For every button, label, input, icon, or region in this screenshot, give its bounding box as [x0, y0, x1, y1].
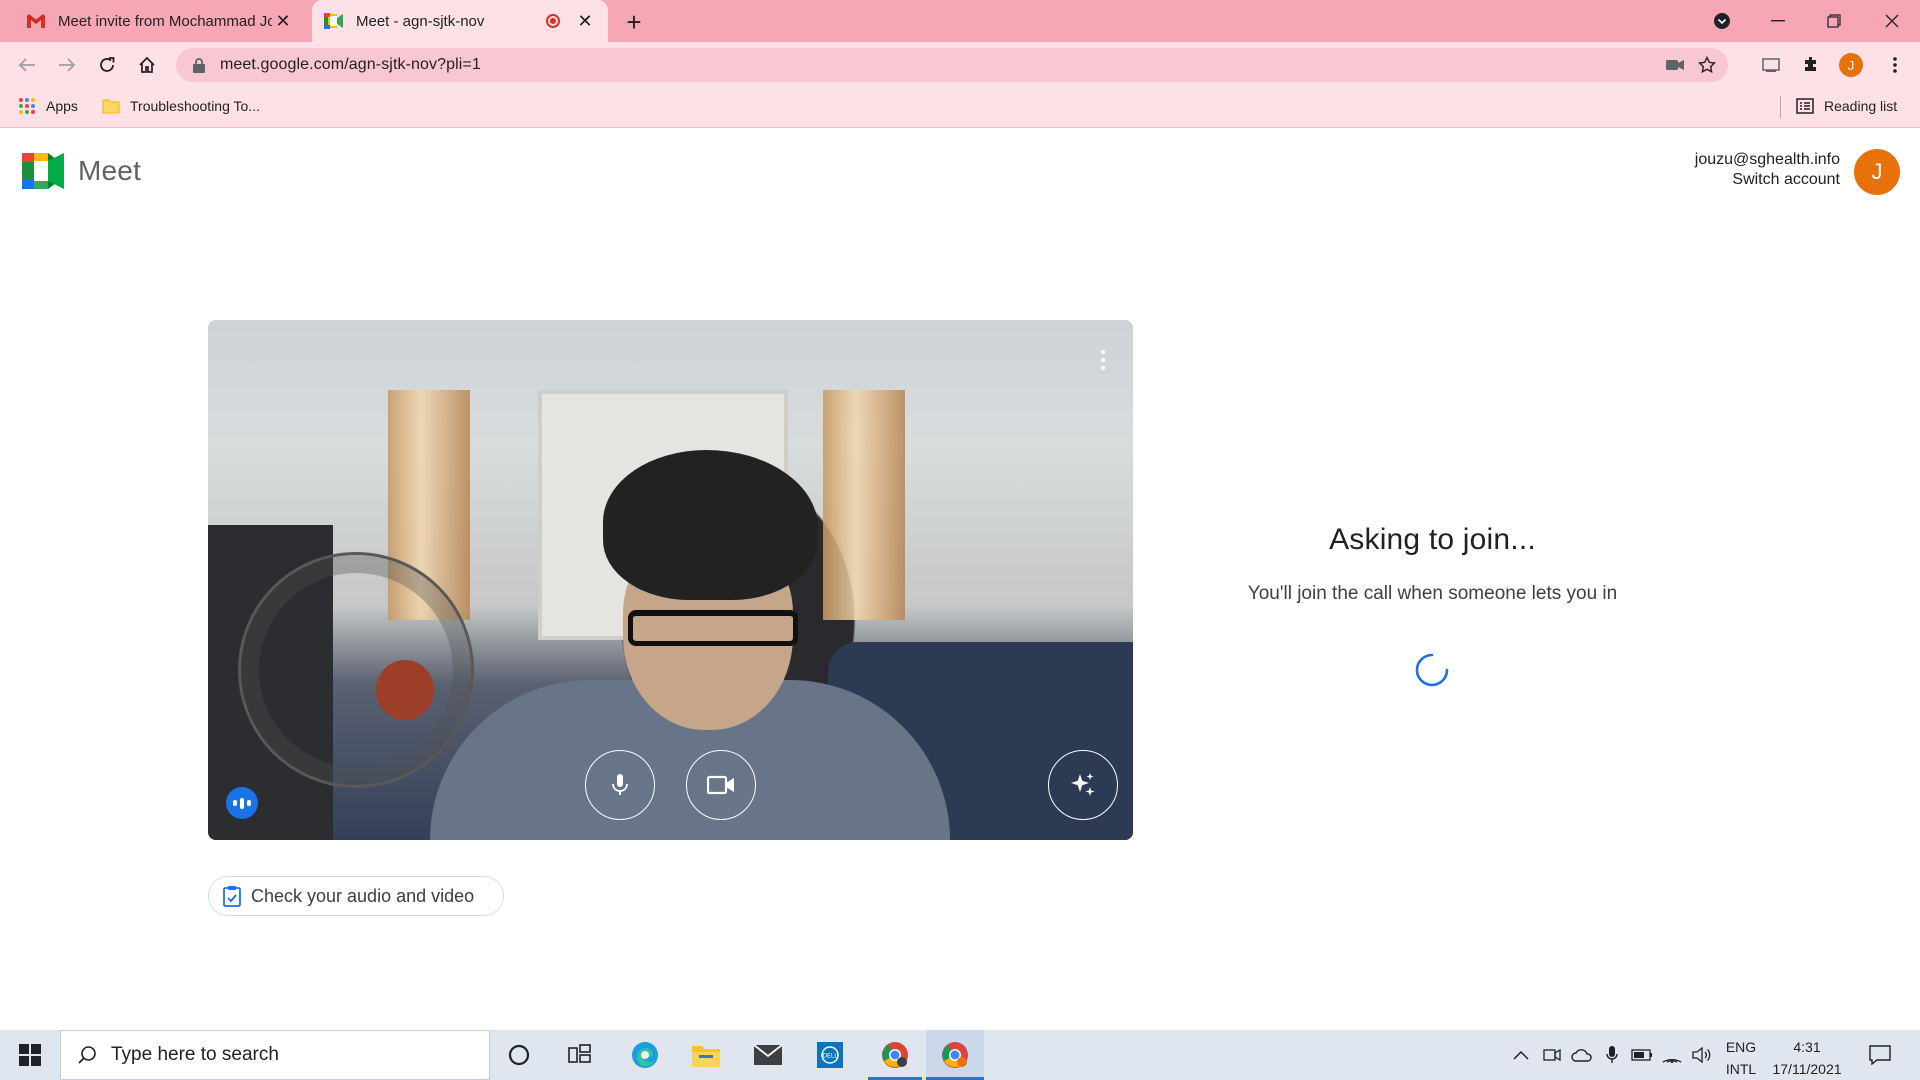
visual-effects-button[interactable] — [1048, 750, 1118, 820]
edge-icon[interactable] — [619, 1030, 671, 1080]
bookmark-apps[interactable]: Apps — [18, 88, 78, 124]
input-language-indicator[interactable]: ENG INTL — [1718, 1036, 1764, 1080]
screen: Meet invite from Mochammad Jo ✕ Meet - a… — [0, 0, 1920, 1080]
extensions-icon[interactable] — [1796, 50, 1826, 80]
video-person-glasses — [628, 610, 798, 646]
video-camera-icon — [707, 775, 734, 795]
meet-logo[interactable]: Meet — [22, 153, 141, 189]
asking-to-join-panel: Asking to join... You'll join the call w… — [1230, 523, 1635, 609]
task-view-icon[interactable] — [556, 1030, 604, 1080]
asking-subtitle: You'll join the call when someone lets y… — [1247, 583, 1618, 604]
bookmark-label: Troubleshooting To... — [130, 98, 260, 114]
camera-toggle-button[interactable] — [686, 750, 756, 820]
gmail-icon — [26, 11, 46, 31]
profile-button[interactable]: J — [1836, 50, 1866, 80]
check-audio-video-button[interactable]: Check your audio and video — [208, 876, 504, 916]
bookmark-label: Apps — [46, 98, 78, 114]
loading-spinner-icon — [1415, 653, 1449, 687]
dell-app-icon[interactable]: DELL — [804, 1030, 856, 1080]
mail-icon[interactable] — [742, 1030, 794, 1080]
tab-search-icon[interactable] — [1694, 0, 1750, 42]
meet-logo-icon — [22, 153, 64, 189]
file-explorer-icon[interactable] — [680, 1030, 732, 1080]
cast-icon[interactable] — [1756, 50, 1786, 80]
cortana-icon[interactable] — [495, 1030, 543, 1080]
close-window-icon[interactable] — [1864, 0, 1920, 42]
close-tab-icon[interactable]: ✕ — [574, 10, 596, 32]
account-email: jouzu@sghealth.info — [1694, 151, 1840, 168]
volume-icon[interactable] — [1688, 1030, 1716, 1080]
search-placeholder: Type here to search — [111, 1044, 279, 1065]
account-info[interactable]: jouzu@sghealth.info Switch account — [1695, 150, 1840, 190]
video-fan-hub — [376, 660, 434, 720]
reading-list-button[interactable]: Reading list — [1796, 88, 1897, 124]
tab-meet[interactable]: Meet - agn-sjtk-nov ✕ — [312, 0, 608, 42]
asking-title: Asking to join... — [1329, 523, 1536, 556]
microphone-icon — [612, 774, 628, 795]
tab-strip: Meet invite from Mochammad Jo ✕ Meet - a… — [0, 0, 1920, 42]
url-text: meet.google.com/agn-sjtk-nov?pli=1 — [220, 56, 481, 73]
close-tab-icon[interactable]: ✕ — [272, 10, 294, 32]
profile-initial: J — [1839, 53, 1863, 77]
camera-in-use-icon[interactable] — [1666, 48, 1684, 82]
notifications-icon[interactable] — [1858, 1030, 1902, 1080]
folder-icon — [102, 99, 120, 114]
onedrive-icon[interactable] — [1568, 1030, 1596, 1080]
meet-now-icon[interactable] — [1538, 1030, 1566, 1080]
meet-page: Meet jouzu@sghealth.info Switch account … — [0, 128, 1920, 1030]
tab-gmail[interactable]: Meet invite from Mochammad Jo ✕ — [14, 0, 306, 42]
sparkle-effects-icon — [1071, 773, 1095, 796]
chrome-taskbar-icon-active[interactable] — [926, 1030, 984, 1080]
show-hidden-icons-icon[interactable] — [1508, 1030, 1534, 1080]
video-background-curtain — [823, 390, 905, 620]
back-icon[interactable] — [12, 50, 42, 80]
clock-date: 17/11/2021 — [1772, 1061, 1842, 1077]
lock-icon — [193, 58, 205, 73]
more-options-icon[interactable] — [1101, 350, 1105, 370]
apps-grid-icon — [19, 98, 35, 114]
meet-icon — [324, 11, 344, 31]
video-fan — [238, 552, 474, 788]
minimize-icon[interactable] — [1750, 0, 1806, 42]
taskbar-search-box[interactable]: Type here to search — [60, 1030, 490, 1080]
recording-icon — [546, 14, 560, 28]
tab-title: Meet - agn-sjtk-nov — [356, 12, 485, 30]
forward-icon[interactable] — [52, 50, 82, 80]
keyboard-layout: INTL — [1725, 1061, 1757, 1077]
wifi-icon[interactable] — [1658, 1030, 1686, 1080]
windows-taskbar: Type here to search DELL ENG INTL 4:31 1… — [0, 1030, 1920, 1080]
reload-icon[interactable] — [92, 50, 122, 80]
tab-title: Meet invite from Mochammad Jo — [58, 12, 272, 30]
system-clock[interactable]: 4:31 17/11/2021 — [1766, 1036, 1848, 1080]
audio-level-icon — [226, 787, 258, 819]
bookmarks-bar: Apps Troubleshooting To... Reading list — [0, 88, 1920, 128]
svg-text:DELL: DELL — [822, 1053, 838, 1060]
self-video-preview — [208, 320, 1133, 840]
bookmark-troubleshooting[interactable]: Troubleshooting To... — [102, 88, 260, 124]
address-bar[interactable]: meet.google.com/agn-sjtk-nov?pli=1 — [176, 48, 1728, 82]
new-tab-button[interactable]: + — [620, 7, 648, 37]
avatar[interactable]: J — [1854, 149, 1900, 195]
video-person-hair — [603, 450, 818, 600]
battery-icon[interactable] — [1628, 1030, 1656, 1080]
browser-toolbar: meet.google.com/agn-sjtk-nov?pli=1 J — [0, 42, 1920, 88]
clipboard-check-icon — [223, 886, 241, 907]
microphone-toggle-button[interactable] — [585, 750, 655, 820]
chrome-taskbar-icon[interactable] — [866, 1030, 924, 1080]
reading-list-icon — [1796, 98, 1814, 114]
search-icon — [78, 1046, 96, 1064]
home-icon[interactable] — [132, 50, 162, 80]
microphone-tray-icon[interactable] — [1598, 1030, 1626, 1080]
switch-account-link[interactable]: Switch account — [1695, 170, 1840, 190]
windows-start-icon[interactable] — [0, 1030, 60, 1080]
language-code: ENG — [1725, 1039, 1757, 1055]
bookmark-star-icon[interactable] — [1698, 48, 1716, 82]
meet-wordmark: Meet — [78, 155, 142, 186]
bookmarks-divider — [1780, 96, 1781, 118]
check-audio-video-label: Check your audio and video — [251, 885, 475, 906]
reading-list-label: Reading list — [1824, 98, 1898, 114]
chrome-menu-icon[interactable] — [1880, 50, 1910, 80]
clock-time: 4:31 — [1793, 1039, 1821, 1055]
restore-icon[interactable] — [1806, 0, 1862, 42]
